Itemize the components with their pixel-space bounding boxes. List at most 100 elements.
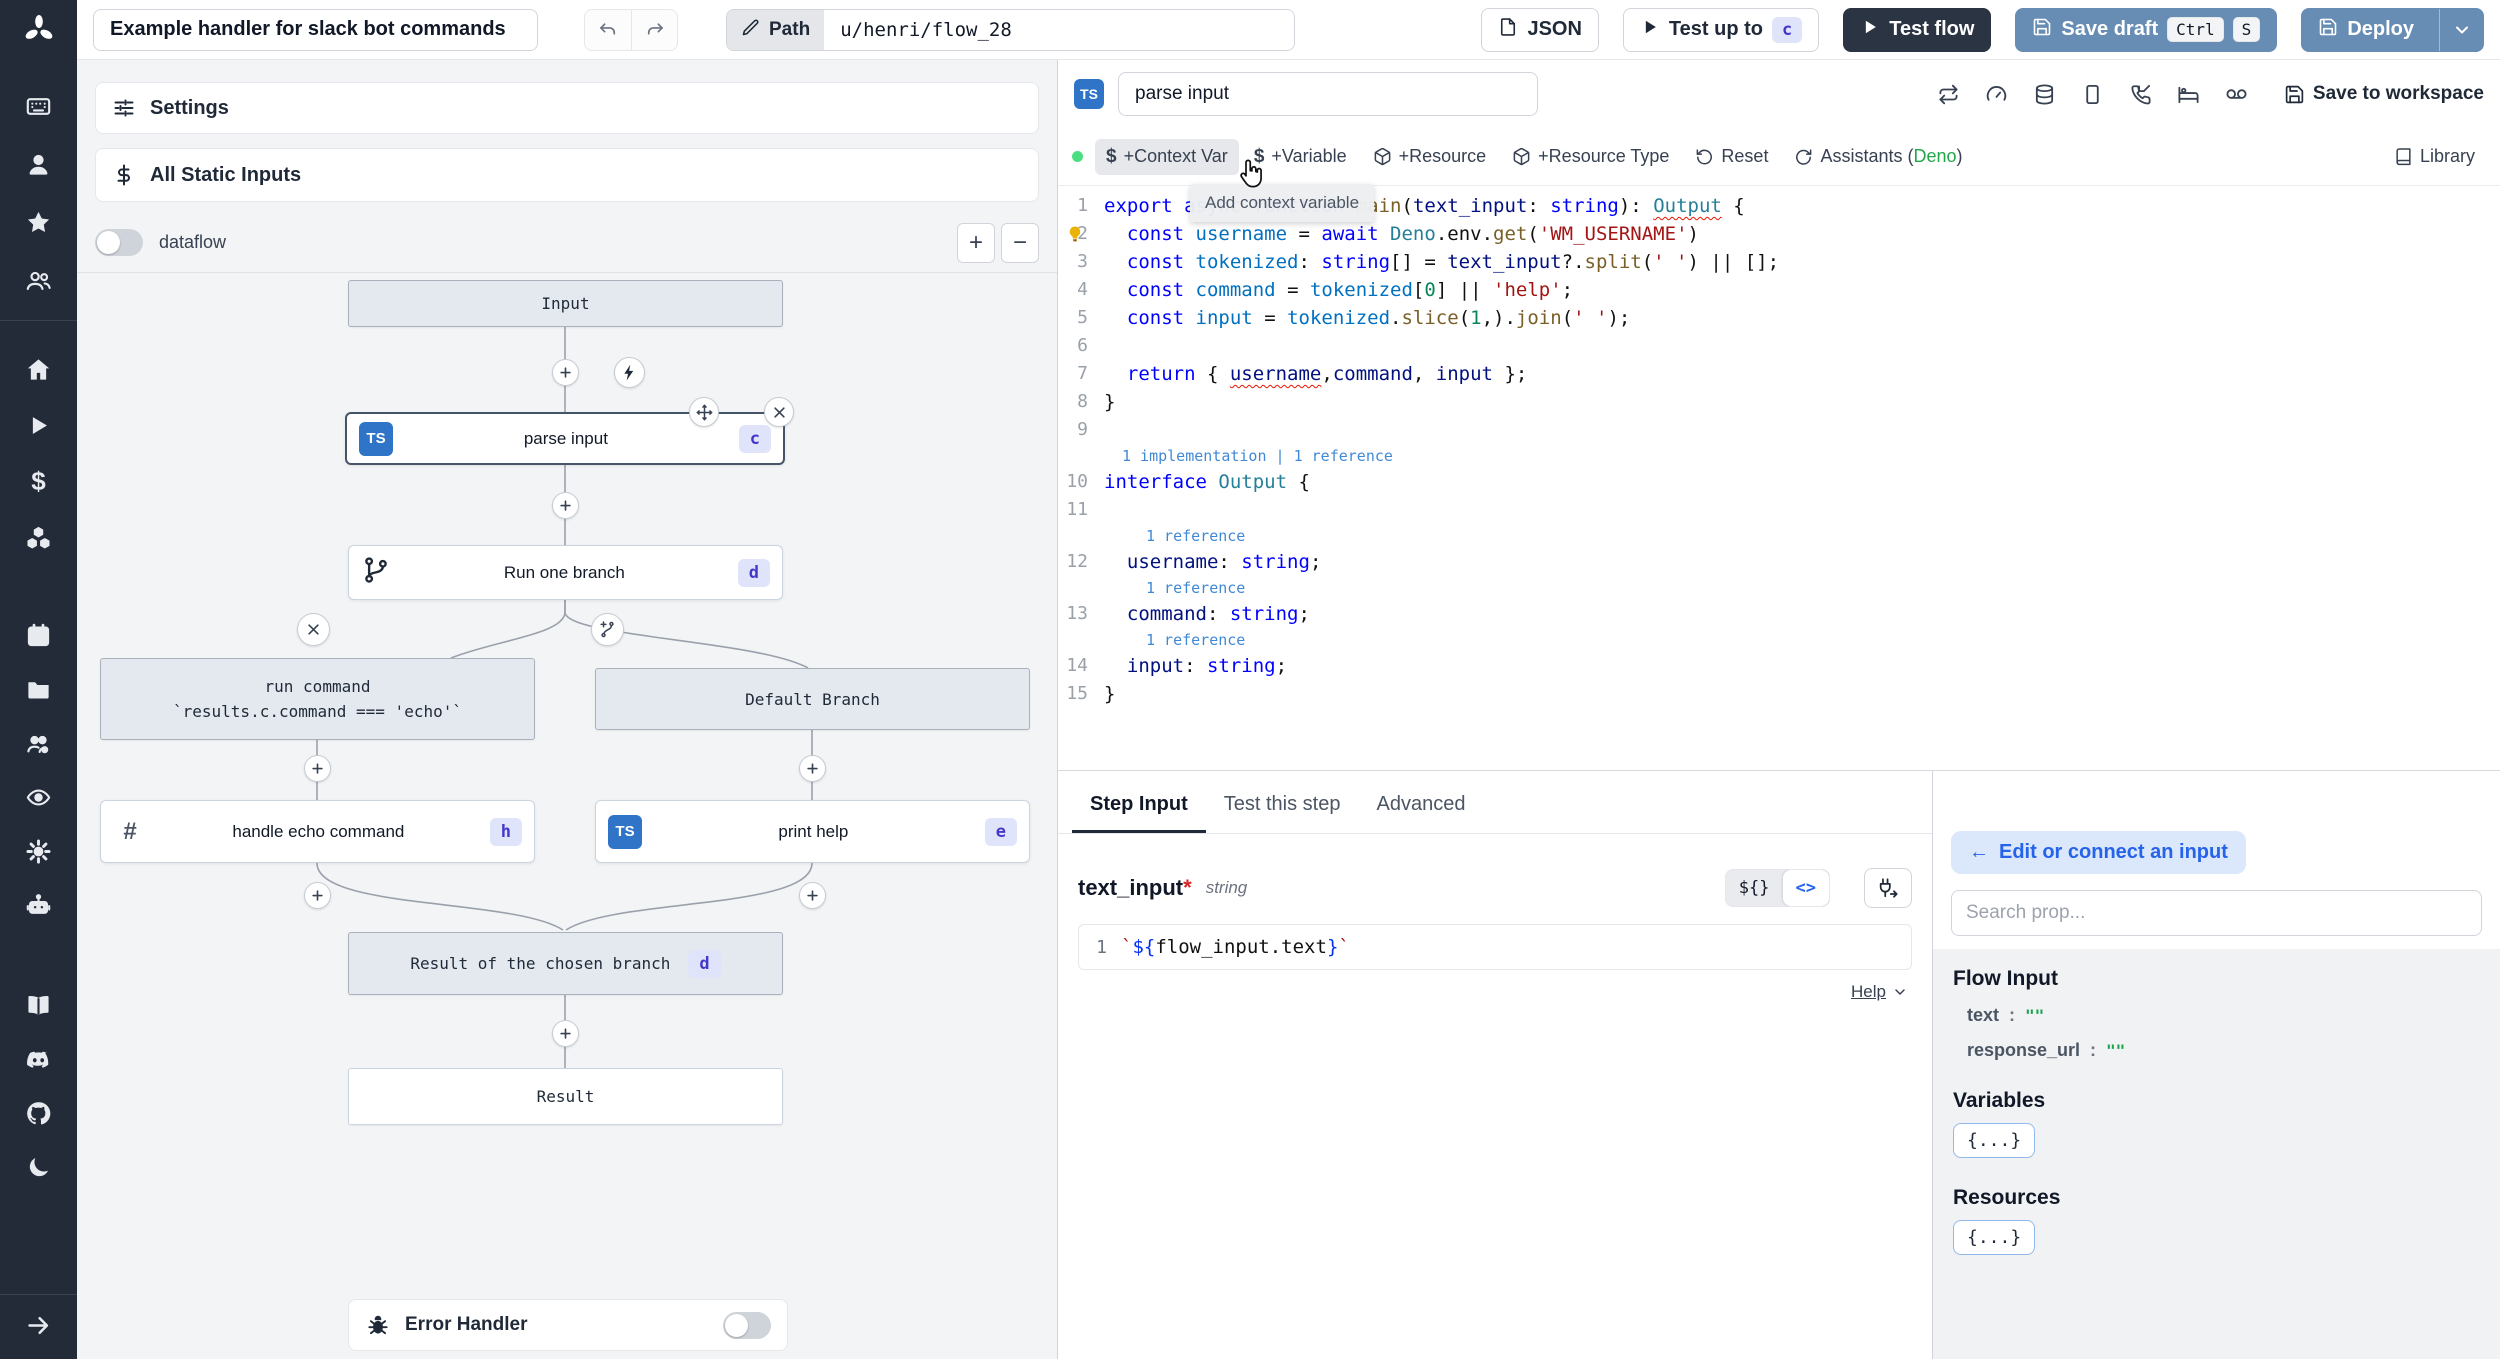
cache-icon[interactable] bbox=[2033, 83, 2056, 106]
delete-step-icon[interactable] bbox=[764, 397, 794, 427]
discord-icon[interactable] bbox=[19, 1039, 59, 1079]
path-input[interactable] bbox=[824, 9, 1295, 50]
code-line[interactable]: 2 const username = await Deno.env.get('W… bbox=[1058, 220, 2500, 248]
chevron-down-icon[interactable] bbox=[1892, 984, 1908, 1000]
redo-button[interactable] bbox=[631, 9, 677, 50]
star-icon[interactable] bbox=[19, 202, 59, 242]
add-step-icon[interactable] bbox=[552, 492, 579, 519]
node-run-one-branch[interactable]: Run one branch d bbox=[348, 545, 783, 600]
github-icon[interactable] bbox=[19, 1093, 59, 1133]
code-line[interactable]: 14 input: string; bbox=[1058, 652, 2500, 680]
remove-branch-icon[interactable] bbox=[297, 613, 330, 646]
node-flow-input[interactable]: Input bbox=[348, 280, 783, 327]
deploy-dropdown[interactable] bbox=[2439, 8, 2483, 51]
suspend-icon[interactable] bbox=[2129, 83, 2152, 106]
codelens[interactable]: 1 reference bbox=[1058, 628, 2500, 652]
code-line[interactable]: 15} bbox=[1058, 680, 2500, 708]
code-line[interactable]: 3 const tokenized: string[] = text_input… bbox=[1058, 248, 2500, 276]
add-step-icon[interactable] bbox=[799, 755, 826, 782]
test-flow-button[interactable]: Test flow bbox=[1843, 7, 1992, 52]
early-stop-icon[interactable] bbox=[1985, 83, 2008, 106]
error-handler-toggle[interactable] bbox=[723, 1311, 771, 1339]
audit-logs-icon[interactable] bbox=[19, 777, 59, 817]
deploy-button[interactable]: Deploy bbox=[2301, 7, 2484, 52]
save-draft-button[interactable]: Save draft Ctrl S bbox=[2015, 7, 2278, 52]
codelens[interactable]: 1 implementation | 1 reference bbox=[1058, 444, 2500, 468]
trigger-bolt-icon[interactable] bbox=[614, 357, 645, 388]
library-button[interactable]: Library bbox=[2383, 139, 2486, 174]
variables-object-button[interactable]: {...} bbox=[1953, 1123, 2036, 1158]
prop-search-input[interactable] bbox=[1951, 890, 2482, 936]
node-parse-input[interactable]: TS parse input c bbox=[345, 412, 785, 465]
add-step-icon[interactable] bbox=[552, 1020, 579, 1047]
node-handle-echo-command[interactable]: # handle echo command h bbox=[100, 800, 535, 863]
template-mode-button[interactable]: ${} bbox=[1726, 870, 1783, 906]
field-value-editor[interactable]: 1 `${flow_input.text}` bbox=[1078, 924, 1912, 970]
add-branch-icon[interactable] bbox=[591, 613, 624, 646]
connect-input-button[interactable] bbox=[1864, 868, 1912, 908]
save-to-workspace-button[interactable]: Save to workspace bbox=[2284, 83, 2484, 105]
apps-icon[interactable] bbox=[19, 86, 59, 126]
code-line[interactable]: 11 bbox=[1058, 496, 2500, 524]
code-editor[interactable]: 1export async function main(text_input: … bbox=[1058, 186, 2500, 770]
move-step-icon[interactable] bbox=[689, 397, 719, 427]
node-branch-result[interactable]: Result of the chosen branch d bbox=[348, 932, 783, 995]
windmill-logo[interactable] bbox=[0, 0, 77, 60]
flow-title-input[interactable] bbox=[93, 8, 538, 51]
user-icon[interactable] bbox=[19, 144, 59, 184]
assistants-button[interactable]: Assistants (Deno) bbox=[1783, 139, 1973, 174]
node-result[interactable]: Result bbox=[348, 1068, 783, 1125]
code-line[interactable]: 9 bbox=[1058, 416, 2500, 444]
undo-button[interactable] bbox=[585, 10, 631, 50]
mock-icon[interactable] bbox=[2081, 83, 2104, 106]
test-up-to-button[interactable]: Test up to c bbox=[1622, 7, 1820, 52]
codelens[interactable]: 1 reference bbox=[1058, 576, 2500, 600]
reset-button[interactable]: Reset bbox=[1684, 139, 1779, 174]
code-line[interactable]: 13 command: string; bbox=[1058, 600, 2500, 628]
help-link[interactable]: Help bbox=[1851, 982, 1886, 1002]
resources-object-button[interactable]: {...} bbox=[1953, 1220, 2036, 1255]
code-line[interactable]: 10 interface Output { bbox=[1058, 468, 2500, 496]
schedules-icon[interactable] bbox=[19, 615, 59, 655]
add-step-icon[interactable] bbox=[799, 882, 826, 909]
folders-icon[interactable] bbox=[19, 669, 59, 709]
code-mode-button[interactable]: <> bbox=[1782, 870, 1829, 906]
step-name-input[interactable] bbox=[1118, 72, 1538, 116]
expand-sidebar-icon[interactable] bbox=[19, 1305, 59, 1345]
prop-row-response_url[interactable]: response_url: "" bbox=[1967, 1040, 2480, 1061]
tab-step-input[interactable]: Step Input bbox=[1072, 785, 1206, 833]
variables-icon[interactable]: $ bbox=[19, 461, 59, 501]
tab-advanced[interactable]: Advanced bbox=[1358, 785, 1483, 833]
settings-icon[interactable] bbox=[19, 831, 59, 871]
json-button[interactable]: JSON bbox=[1481, 7, 1599, 52]
edit-or-connect-button[interactable]: ← Edit or connect an input bbox=[1951, 831, 2246, 874]
add-step-icon[interactable] bbox=[552, 359, 579, 386]
tab-test-this-step[interactable]: Test this step bbox=[1206, 785, 1359, 833]
home-icon[interactable] bbox=[19, 349, 59, 389]
runs-icon[interactable] bbox=[19, 405, 59, 445]
docs-icon[interactable] bbox=[19, 985, 59, 1025]
prop-row-text[interactable]: text: "" bbox=[1967, 1005, 2480, 1026]
workers-icon[interactable] bbox=[19, 885, 59, 925]
add-resource-button[interactable]: +Resource bbox=[1362, 139, 1498, 174]
groups-icon[interactable] bbox=[19, 723, 59, 763]
node-print-help[interactable]: TS print help e bbox=[595, 800, 1030, 863]
code-line[interactable]: 5 const input = tokenized.slice(1,).join… bbox=[1058, 304, 2500, 332]
add-step-icon[interactable] bbox=[304, 755, 331, 782]
sleep-icon[interactable] bbox=[2177, 83, 2200, 106]
code-line[interactable]: 4 const command = tokenized[0] || 'help'… bbox=[1058, 276, 2500, 304]
add-resource-type-button[interactable]: +Resource Type bbox=[1501, 139, 1680, 174]
concurrency-icon[interactable] bbox=[2225, 83, 2248, 106]
code-line[interactable]: 7 return { username,command, input }; bbox=[1058, 360, 2500, 388]
retry-icon[interactable] bbox=[1937, 83, 1960, 106]
codelens[interactable]: 1 reference bbox=[1058, 524, 2500, 548]
edit-path-button[interactable]: Path bbox=[727, 9, 825, 50]
dark-mode-icon[interactable] bbox=[19, 1147, 59, 1187]
users-icon[interactable] bbox=[19, 260, 59, 300]
add-context-var-button[interactable]: $ +Context Var bbox=[1095, 138, 1239, 175]
code-line[interactable]: 6 bbox=[1058, 332, 2500, 360]
code-line[interactable]: 12 username: string; bbox=[1058, 548, 2500, 576]
resources-icon[interactable] bbox=[19, 517, 59, 557]
node-branch-run-command[interactable]: run command `results.c.command === 'echo… bbox=[100, 658, 535, 740]
code-line[interactable]: 8} bbox=[1058, 388, 2500, 416]
